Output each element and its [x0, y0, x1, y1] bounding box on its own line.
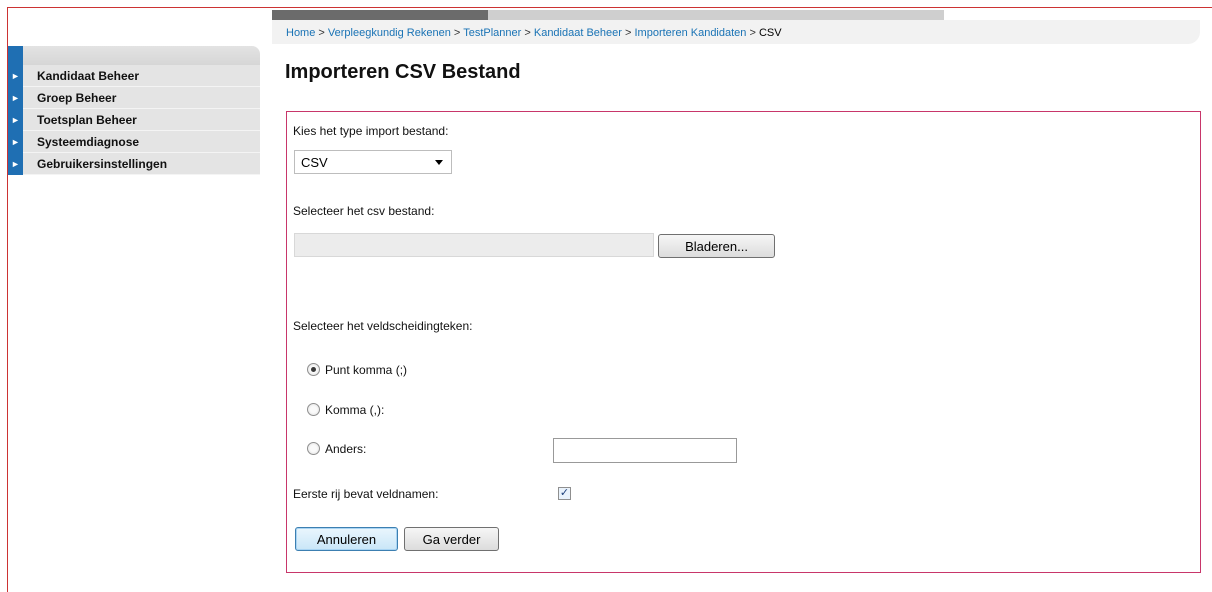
top-bar-dark — [272, 10, 488, 20]
sidebar-item-label: Kandidaat Beheer — [37, 68, 140, 83]
breadcrumb-home[interactable]: Home — [286, 27, 315, 39]
sidebar-item-label: Gebruikersinstellingen — [37, 156, 168, 171]
page-title: Importeren CSV Bestand — [285, 61, 521, 83]
breadcrumb-current: CSV — [758, 27, 782, 39]
browse-button[interactable]: Bladeren... — [658, 234, 775, 258]
sidebar-item-label: Toetsplan Beheer — [37, 112, 137, 127]
sidebar-header — [8, 46, 260, 65]
sidebar-item-kandidaat-beheer[interactable]: ► Kandidaat Beheer — [8, 64, 260, 87]
top-bar-light — [488, 10, 944, 20]
breadcrumb-separator: > — [625, 27, 632, 39]
arrow-right-icon: ► — [8, 64, 23, 87]
header-row-label: Eerste rij bevat veldnamen: — [293, 487, 439, 501]
arrow-right-icon: ► — [8, 86, 23, 109]
breadcrumb-separator: > — [749, 27, 756, 39]
next-button[interactable]: Ga verder — [404, 527, 499, 551]
chevron-down-icon — [435, 160, 443, 165]
sidebar-item-groep-beheer[interactable]: ► Groep Beheer — [8, 86, 260, 109]
cancel-button[interactable]: Annuleren — [295, 527, 398, 551]
other-delimiter-input[interactable] — [553, 438, 737, 463]
sidebar-item-label: Systeemdiagnose — [37, 134, 140, 149]
radio-anders-label: Anders: — [325, 442, 367, 456]
sidebar: ► Kandidaat Beheer ► Groep Beheer ► Toet… — [8, 46, 260, 175]
arrow-right-icon: ► — [8, 152, 23, 175]
radio-komma-label: Komma (,): — [325, 403, 385, 417]
import-type-select[interactable]: CSV — [294, 150, 452, 174]
import-type-label: Kies het type import bestand: — [293, 124, 449, 138]
header-row-checkbox[interactable]: ✓ — [558, 487, 571, 500]
arrow-right-icon: ► — [8, 130, 23, 153]
breadcrumb-separator: > — [453, 27, 461, 39]
radio-punt-komma[interactable] — [307, 363, 320, 376]
checkmark-icon: ✓ — [559, 487, 570, 499]
breadcrumb-verpleegkundig-rekenen[interactable]: Verpleegkundig Rekenen — [328, 27, 451, 39]
radio-komma[interactable] — [307, 403, 320, 416]
delimiter-label: Selecteer het veldscheidingteken: — [293, 319, 473, 333]
radio-punt-komma-label: Punt komma (;) — [325, 363, 408, 377]
frame-top-border — [7, 7, 1212, 8]
breadcrumb-separator: > — [524, 27, 531, 39]
breadcrumb-separator: > — [318, 27, 325, 39]
file-label: Selecteer het csv bestand: — [293, 204, 435, 218]
sidebar-item-toetsplan-beheer[interactable]: ► Toetsplan Beheer — [8, 108, 260, 131]
breadcrumb: Home > Verpleegkundig Rekenen > TestPlan… — [286, 27, 782, 39]
breadcrumb-kandidaat-beheer[interactable]: Kandidaat Beheer — [534, 27, 622, 39]
sidebar-item-gebruikersinstellingen[interactable]: ► Gebruikersinstellingen — [8, 152, 260, 175]
file-path-field[interactable] — [294, 233, 654, 257]
breadcrumb-importeren-kandidaten[interactable]: Importeren Kandidaten — [635, 27, 747, 39]
sidebar-item-systeemdiagnose[interactable]: ► Systeemdiagnose — [8, 130, 260, 153]
sidebar-item-label: Groep Beheer — [37, 90, 117, 105]
breadcrumb-testplanner[interactable]: TestPlanner — [463, 27, 521, 39]
import-type-value: CSV — [301, 155, 328, 170]
arrow-right-icon: ► — [8, 108, 23, 131]
radio-anders[interactable] — [307, 442, 320, 455]
import-form-panel — [286, 111, 1201, 573]
